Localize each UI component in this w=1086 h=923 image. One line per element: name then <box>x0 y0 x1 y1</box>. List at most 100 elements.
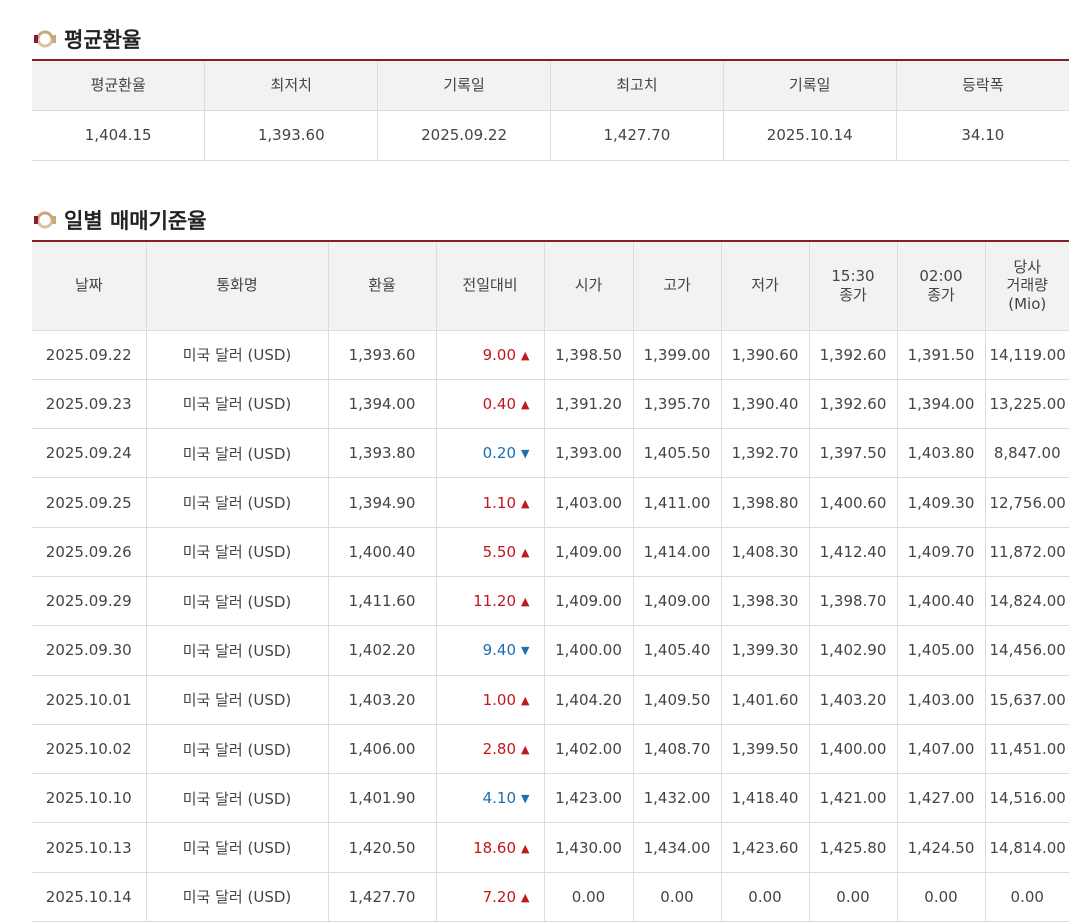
cell-rate: 1,401.90 <box>327 773 437 824</box>
cell-close1530: 1,425.80 <box>808 822 898 873</box>
cell-open: 1,402.00 <box>543 723 634 775</box>
cell-volume: 12,756.00 <box>984 477 1069 528</box>
cell-low: 1,423.60 <box>720 822 810 873</box>
min-value: 1,393.60 <box>204 109 379 161</box>
cell-low: 1,408.30 <box>720 526 810 577</box>
cell-low: 1,398.30 <box>720 575 810 627</box>
cell-date: 2025.09.25 <box>32 477 147 528</box>
cell-close1530: 1,400.00 <box>808 723 898 775</box>
cell-close0200: 1,409.70 <box>896 526 986 577</box>
avg-col-header: 최고치 <box>549 59 724 111</box>
change-value: 4.10 <box>482 789 517 808</box>
cell-currency: 미국 달러 (USD) <box>145 477 329 528</box>
cell-close0200: 1,391.50 <box>896 329 986 380</box>
cell-date: 2025.09.30 <box>32 625 147 676</box>
cell-currency: 미국 달러 (USD) <box>145 871 329 923</box>
daily-rate-table: 날짜 통화명 환율 전일대비 시가 고가 저가 15:30 종가 02:00 종가 당사 거래량 … <box>32 240 1069 923</box>
table-row: 2025.09.24 미국 달러 (USD) 1,393.80 0.20 ▼ 1,393.… <box>32 428 1069 479</box>
daily-col-header: 고가 <box>632 240 722 331</box>
arrow-up-icon: ▲ <box>521 397 530 411</box>
avg-col-header: 기록일 <box>377 59 551 111</box>
cell-high: 1,411.00 <box>632 477 722 528</box>
table-row: 2025.09.30 미국 달러 (USD) 1,402.20 9.40 ▼ 1,400.… <box>32 625 1069 676</box>
cell-rate: 1,411.60 <box>327 575 437 627</box>
table-row: 2025.10.13 미국 달러 (USD) 1,420.50 18.60 ▲ 1,430… <box>32 822 1069 873</box>
change-value: 11.20 <box>473 592 517 611</box>
cell-date: 2025.10.14 <box>32 871 147 923</box>
daily-col-header: 통화명 <box>145 240 329 331</box>
cell-volume: 8,847.00 <box>984 428 1069 479</box>
cell-open: 1,404.20 <box>543 674 634 725</box>
cell-rate: 1,394.00 <box>327 378 437 430</box>
cell-open: 1,403.00 <box>543 477 634 528</box>
cell-volume: 14,456.00 <box>984 625 1069 676</box>
arrow-up-icon: ▲ <box>521 545 530 559</box>
arrow-up-icon: ▲ <box>521 743 530 757</box>
cell-currency: 미국 달러 (USD) <box>145 378 329 430</box>
cell-close0200: 1,403.80 <box>896 428 986 479</box>
cell-open: 1,393.00 <box>543 428 634 479</box>
cell-open: 1,423.00 <box>543 773 634 824</box>
cell-close1530: 1,421.00 <box>808 773 898 824</box>
cell-currency: 미국 달러 (USD) <box>145 625 329 676</box>
table-row: 2025.10.14 미국 달러 (USD) 1,427.70 7.20 ▲ 0.00 0.… <box>32 871 1069 923</box>
cell-change: 18.60 ▲ <box>435 822 545 873</box>
cell-close1530: 0.00 <box>808 871 898 923</box>
cell-rate: 1,427.70 <box>327 871 437 923</box>
change-value: 0.40 <box>482 394 517 413</box>
avg-col-header: 기록일 <box>722 59 897 111</box>
cell-currency: 미국 달러 (USD) <box>145 674 329 725</box>
change-value: 1.00 <box>482 690 517 709</box>
daily-col-header: 저가 <box>720 240 810 331</box>
cell-change: 0.40 ▲ <box>435 378 545 430</box>
cell-high: 1,405.50 <box>632 428 722 479</box>
change-value: 9.40 <box>482 641 517 660</box>
cell-high: 1,405.40 <box>632 625 722 676</box>
daily-table-header-row: 날짜 통화명 환율 전일대비 시가 고가 저가 15:30 종가 02:00 종가 당사 거래량 … <box>32 240 1069 331</box>
arrow-up-icon: ▲ <box>521 595 530 609</box>
cell-low: 1,418.40 <box>720 773 810 824</box>
cell-change: 9.40 ▼ <box>435 625 545 676</box>
arrow-up-icon: ▲ <box>521 890 530 904</box>
cell-low: 1,390.40 <box>720 378 810 430</box>
cell-close0200: 1,394.00 <box>896 378 986 430</box>
arrow-up-icon: ▲ <box>521 348 530 362</box>
cell-close0200: 1,405.00 <box>896 625 986 676</box>
cell-currency: 미국 달러 (USD) <box>145 773 329 824</box>
cell-currency: 미국 달러 (USD) <box>145 526 329 577</box>
avg-section-header: 평균환율 <box>32 24 141 54</box>
cell-high: 1,409.00 <box>632 575 722 627</box>
cell-open: 1,398.50 <box>543 329 634 380</box>
cell-open: 1,409.00 <box>543 526 634 577</box>
cell-close0200: 1,427.00 <box>896 773 986 824</box>
cell-rate: 1,393.80 <box>327 428 437 479</box>
cell-date: 2025.09.29 <box>32 575 147 627</box>
cell-high: 0.00 <box>632 871 722 923</box>
daily-col-header: 02:00 종가 <box>896 240 986 331</box>
table-row: 2025.10.01 미국 달러 (USD) 1,403.20 1.00 ▲ 1,404.… <box>32 674 1069 725</box>
daily-col-header: 환율 <box>327 240 437 331</box>
change-value: 9.00 <box>482 345 517 364</box>
cell-change: 5.50 ▲ <box>435 526 545 577</box>
avg-value: 1,404.15 <box>32 109 206 161</box>
cell-currency: 미국 달러 (USD) <box>145 822 329 873</box>
cell-close0200: 1,400.40 <box>896 575 986 627</box>
cell-high: 1,395.70 <box>632 378 722 430</box>
cell-high: 1,409.50 <box>632 674 722 725</box>
cell-date: 2025.10.02 <box>32 723 147 775</box>
cell-open: 1,391.20 <box>543 378 634 430</box>
cell-currency: 미국 달러 (USD) <box>145 428 329 479</box>
cell-date: 2025.10.13 <box>32 822 147 873</box>
table-row: 2025.10.02 미국 달러 (USD) 1,406.00 2.80 ▲ 1,402.… <box>32 723 1069 775</box>
change-value: 18.60 <box>473 838 517 857</box>
cell-currency: 미국 달러 (USD) <box>145 329 329 380</box>
change-value: 7.20 <box>482 887 517 906</box>
avg-col-header: 등락폭 <box>895 59 1069 111</box>
arrow-up-icon: ▲ <box>521 693 530 707</box>
change-value: 0.20 <box>482 444 517 463</box>
cell-low: 1,392.70 <box>720 428 810 479</box>
cell-date: 2025.09.24 <box>32 428 147 479</box>
avg-section-title: 평균환율 <box>64 28 142 52</box>
cell-close0200: 1,407.00 <box>896 723 986 775</box>
table-row: 2025.09.25 미국 달러 (USD) 1,394.90 1.10 ▲ 1,403.… <box>32 477 1069 528</box>
